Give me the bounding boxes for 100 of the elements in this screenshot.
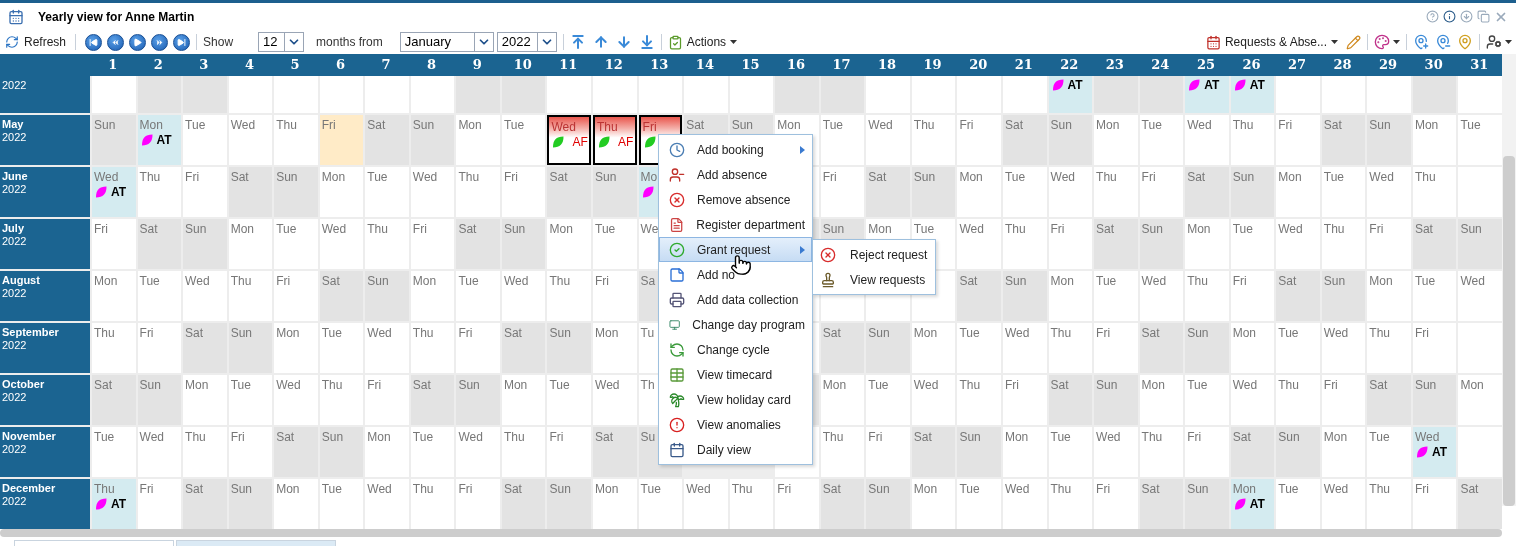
day-name: Mo <box>639 169 658 183</box>
day-name: Wed <box>1277 221 1303 235</box>
day-name: Mon <box>1095 117 1120 131</box>
day-number: 15 <box>741 56 760 75</box>
day-name: Thu <box>1140 429 1163 443</box>
day-number: 13 <box>650 56 669 75</box>
day-name: Sun <box>457 377 480 391</box>
day-name: Mon <box>1231 325 1257 339</box>
day-name: Mon <box>138 117 163 131</box>
day-name: Sun <box>138 377 161 391</box>
day-name: Mon <box>502 377 528 391</box>
day-name: Thu <box>1003 221 1026 235</box>
day-name: Tue <box>1140 117 1162 131</box>
day-name: Sat <box>1049 377 1069 391</box>
day-name: Fri <box>776 481 792 495</box>
day-name: Mon <box>1231 481 1257 495</box>
day-name: Wed <box>138 429 164 443</box>
day-name: Sat <box>275 429 295 443</box>
day-name: Fri <box>1049 221 1065 235</box>
day-name: Thu <box>548 273 571 287</box>
day-name: Sat <box>821 325 841 339</box>
day-name: Wed <box>1140 273 1167 287</box>
day-name: Fri <box>594 273 610 287</box>
day-name: Sun <box>867 481 890 495</box>
day-name: Sat <box>184 481 204 495</box>
absence-code: AT <box>111 498 127 510</box>
day-name: Sat <box>1277 273 1297 287</box>
day-name: Mon <box>1459 377 1484 391</box>
day-name: Fri <box>548 429 564 443</box>
day-name: Sat <box>867 169 887 183</box>
day-name: Tue <box>320 481 342 495</box>
day-name: Sat <box>1186 169 1206 183</box>
day-name: Sun <box>1322 273 1346 287</box>
day-name: Thu <box>1368 481 1391 495</box>
day-name: Wed <box>1049 169 1075 183</box>
day-name: Fri <box>1140 169 1156 183</box>
day-name: Fri <box>1186 429 1202 443</box>
day-name: Thu <box>958 377 981 391</box>
day-number: 26 <box>1242 56 1261 75</box>
day-name: Thu <box>1095 169 1117 183</box>
day-name: Tue <box>229 377 251 391</box>
day-name: Thu <box>1049 325 1072 339</box>
month-label: August 2022 <box>0 271 90 321</box>
month-label: May 2022 <box>0 115 90 165</box>
day-name: Tue <box>821 117 843 131</box>
day-name: Tue <box>548 377 570 391</box>
day-name: Fri <box>1095 481 1111 495</box>
day-name: Mon <box>1186 221 1211 235</box>
day-name: Sat <box>958 273 978 287</box>
day-number: 8 <box>427 56 437 75</box>
day-name: Mon <box>366 429 391 443</box>
day-name: Wed <box>912 377 939 391</box>
day-name: Tue <box>594 221 616 235</box>
day-name: Thu <box>596 119 618 133</box>
day-name: Fri <box>1003 377 1019 391</box>
day-name: Thu <box>1322 221 1345 235</box>
day-name: Wed <box>1186 117 1212 131</box>
day-name: Fri <box>1413 481 1429 495</box>
day-name: Thu <box>184 429 206 443</box>
day-name: Mon <box>1049 273 1074 287</box>
day-name: Thu <box>1049 481 1072 495</box>
day-name: Mon <box>1003 429 1029 443</box>
day-name: Tue <box>1231 221 1253 235</box>
day-name: Sat <box>912 429 932 443</box>
day-number: 24 <box>1151 56 1170 75</box>
day-number: 4 <box>244 56 254 75</box>
day-name: Wed <box>1231 377 1258 391</box>
day-name: Mon <box>411 273 437 287</box>
day-name: Mon <box>912 325 938 339</box>
day-name: Sun <box>730 117 754 131</box>
day-name: Wed <box>366 481 392 495</box>
day-name: Fri <box>641 119 657 133</box>
day-name: Thu <box>275 117 297 131</box>
day-name: Fri <box>867 429 883 443</box>
day-name: Wed <box>685 481 711 495</box>
day-name: Mon <box>821 377 847 391</box>
day-name: Wed <box>1322 325 1349 339</box>
day-name: Thu <box>912 117 935 131</box>
day-name: Fri <box>1231 273 1247 287</box>
day-name: Sat <box>457 221 477 235</box>
day-number: 28 <box>1333 56 1352 75</box>
day-name: Mon <box>958 169 983 183</box>
day-name: Wed <box>550 119 576 133</box>
month-label: October 2022 <box>0 375 90 425</box>
day-number: 12 <box>604 56 623 75</box>
day-name: Sun <box>93 117 116 131</box>
day-name: Sat <box>502 481 522 495</box>
day-name: Thu <box>1186 273 1208 287</box>
months-from-label: months from <box>316 34 383 51</box>
day-name: Th <box>639 377 655 391</box>
day-name: Sat <box>502 325 522 339</box>
day-number: 6 <box>336 56 346 75</box>
day-name: Tue <box>1095 273 1117 287</box>
day-name: Thu <box>93 481 115 495</box>
day-name: Thu <box>1368 325 1391 339</box>
absence-code: AT <box>156 134 172 146</box>
day-name: Sun <box>411 117 435 131</box>
day-name: Wed <box>1322 481 1349 495</box>
day-name: Mon <box>1322 429 1348 443</box>
day-name: Wed <box>320 221 347 235</box>
